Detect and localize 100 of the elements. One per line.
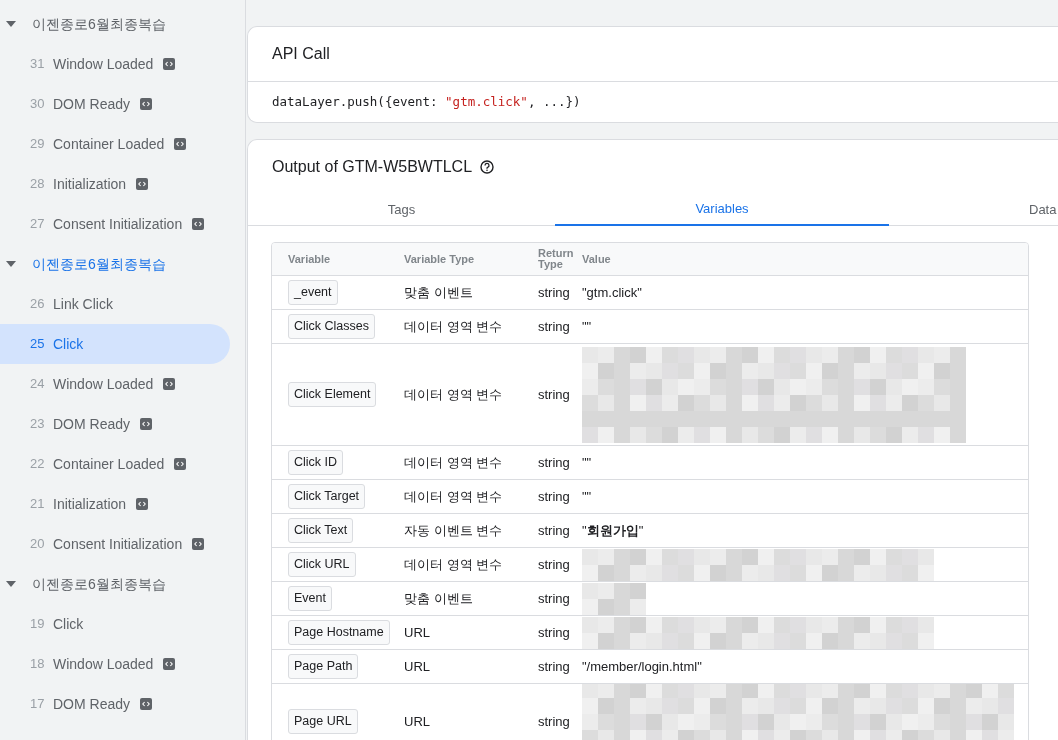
variable-chip[interactable]: Click ID [288,450,344,475]
event-item[interactable]: 20 Consent Initialization [0,524,230,564]
event-label: Click [53,334,84,354]
event-number: 30 [30,95,46,114]
event-label: Window Loaded [53,54,154,74]
event-number: 23 [30,415,46,434]
variable-type: URL [404,713,430,729]
event-label: Window Loaded [53,374,154,394]
event-label: Consent Initialization [53,214,183,234]
return-type: string [538,455,570,470]
value-text: "" [582,488,592,504]
variable-type: 맞춤 이벤트 [404,284,473,300]
variable-type: 데이터 영역 변수 [404,318,503,334]
return-type: string [538,591,570,606]
event-number: 29 [30,135,46,154]
column-header: Return Type [538,248,575,270]
value-text: "" [582,318,592,334]
event-label: Initialization [53,174,127,194]
event-number: 25 [30,335,46,354]
event-item[interactable]: 31 Window Loaded [0,44,230,84]
column-header: Variable [287,251,332,267]
variable-type: URL [404,658,430,674]
variable-chip[interactable]: Page Path [288,654,359,679]
value-text: "회원가입" [582,522,644,538]
return-type: string [538,625,570,640]
event-item[interactable]: 28 Initialization [0,164,230,204]
event-number: 28 [30,175,46,194]
return-type: string [538,714,570,729]
event-label: Initialization [53,494,127,514]
return-type: string [538,285,570,300]
event-number: 26 [30,295,46,314]
variable-chip[interactable]: Event [288,586,332,611]
event-label: Window Loaded [53,654,154,674]
variable-chip[interactable]: _event [288,280,338,305]
group-header[interactable]: 이젠종로6월최종복습 [0,4,245,44]
card-title: Output of GTM-W5BWTLCL [272,157,473,177]
tab[interactable]: Variables [555,194,889,226]
event-label: Link Click [53,294,113,314]
variable-chip[interactable]: Click Element [288,382,377,407]
return-type: string [538,387,570,402]
return-type: string [538,659,570,674]
variable-chip[interactable]: Click Target [288,484,366,509]
caret-icon[interactable] [6,261,16,267]
variable-chip[interactable]: Click URL [288,552,356,577]
card-title: API Call [272,44,330,64]
event-item[interactable]: 18 Window Loaded [0,644,230,684]
event-item[interactable]: 19 Click [0,604,230,644]
group-header[interactable]: 이젠종로6월최종복습 [0,244,245,284]
event-item[interactable]: 22 Container Loaded [0,444,230,484]
event-item[interactable]: 25 Click [0,324,230,364]
variable-type: 데이터 영역 변수 [404,556,503,572]
event-item[interactable]: 29 Container Loaded [0,124,230,164]
event-item[interactable]: 26 Link Click [0,284,230,324]
event-item[interactable]: 27 Consent Initialization [0,204,230,244]
event-label: Consent Initialization [53,534,183,554]
variable-chip[interactable]: Click Classes [288,314,375,339]
value-text: "" [582,454,592,470]
help-icon[interactable] [480,160,495,174]
event-number: 27 [30,215,46,234]
event-number: 24 [30,375,46,394]
event-item[interactable]: 23 DOM Ready [0,404,230,444]
code-line: dataLayer.push({event: "gtm.click", ...}) [272,92,581,111]
value-text: "gtm.click" [582,284,642,300]
variable-type: URL [404,624,430,640]
group-header[interactable]: 이젠종로6월최종복습 [0,564,245,604]
tab[interactable]: Tags [248,194,555,226]
return-type: string [538,319,570,334]
value-text: "/member/login.html" [582,658,702,674]
event-label: DOM Ready [53,94,131,114]
event-label: DOM Ready [53,694,131,714]
variable-chip[interactable]: Page URL [288,709,358,734]
event-item[interactable]: 17 DOM Ready [0,684,230,724]
variable-chip[interactable]: Page Hostname [288,620,390,645]
event-label: Click [53,614,84,634]
column-header: Variable Type [404,251,476,267]
event-number: 17 [30,695,46,714]
event-label: Container Loaded [53,134,165,154]
event-number: 18 [30,655,46,674]
variable-type: 데이터 영역 변수 [404,386,503,402]
event-label: Container Loaded [53,454,165,474]
event-item[interactable]: 30 DOM Ready [0,84,230,124]
variable-type: 자동 이벤트 변수 [404,522,503,538]
event-item[interactable]: 21 Initialization [0,484,230,524]
return-type: string [538,557,570,572]
tab[interactable]: Data [889,194,1058,226]
return-type: string [538,489,570,504]
event-number: 19 [30,615,46,634]
variable-type: 맞춤 이벤트 [404,590,473,606]
caret-icon[interactable] [6,21,16,27]
variable-chip[interactable]: Click Text [288,518,354,543]
event-number: 20 [30,535,46,554]
variable-type: 데이터 영역 변수 [404,454,503,470]
event-number: 31 [30,55,46,74]
event-number: 22 [30,455,46,474]
return-type: string [538,523,570,538]
event-number: 21 [30,495,46,514]
caret-icon[interactable] [6,581,16,587]
event-item[interactable]: 24 Window Loaded [0,364,230,404]
column-header: Value [582,251,612,267]
variable-type: 데이터 영역 변수 [404,488,503,504]
